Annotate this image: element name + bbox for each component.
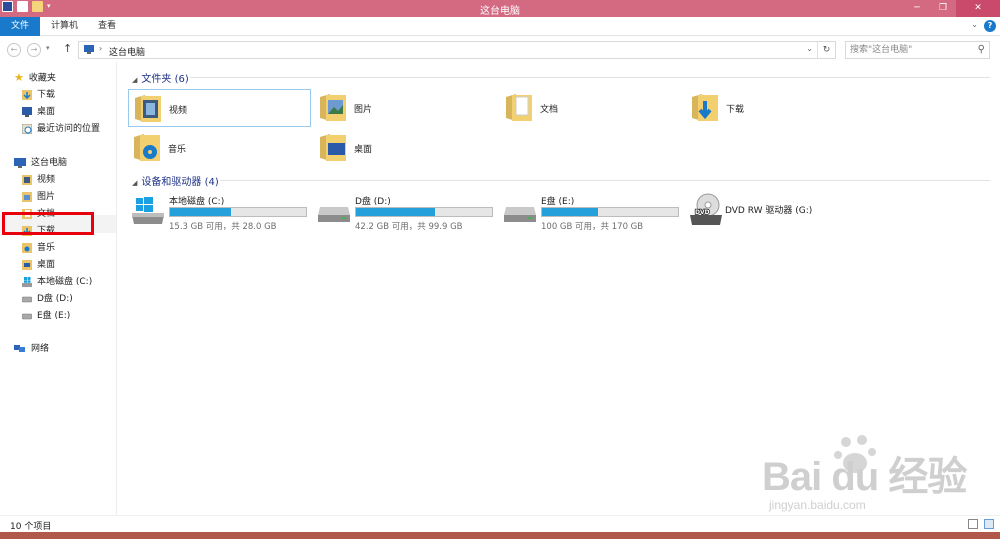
windows-drive-icon	[22, 276, 32, 287]
watermark-brand: Bai du 经验	[762, 455, 967, 499]
drive-icon	[504, 207, 536, 222]
back-button[interactable]: ←	[7, 43, 21, 57]
drive-usage-fill	[542, 208, 598, 216]
sidebar-item-recent-places[interactable]: 最近访问的位置	[22, 121, 100, 137]
sidebar-item-downloads-fav[interactable]: 下载	[22, 87, 55, 103]
taskbar	[0, 532, 1000, 539]
downloads-folder-icon	[692, 94, 718, 121]
collapse-icon[interactable]: ◢	[132, 179, 137, 187]
folder-documents[interactable]: 文档	[500, 89, 683, 127]
folder-downloads[interactable]: 下载	[686, 89, 869, 127]
folder-pictures[interactable]: 图片	[314, 89, 497, 127]
drive-c[interactable]: 本地磁盘 (C:) 15.3 GB 可用，共 28.0 GB	[128, 193, 313, 233]
address-bar[interactable]: › 这台电脑 ⌄ ↻	[78, 41, 836, 59]
this-pc-icon	[14, 157, 26, 168]
navigation-pane: ★ 收藏夹 下载 桌面 最近访问的位置 这台电脑 视频 图片 文档 下载 音乐 桌…	[0, 62, 117, 515]
drive-usage-fill	[356, 208, 435, 216]
search-icon[interactable]: ⚲	[978, 44, 985, 55]
this-pc-icon	[84, 45, 94, 54]
sidebar-item-drive-e[interactable]: E盘 (E:)	[22, 308, 70, 324]
sidebar-item-desktop[interactable]: 桌面	[22, 257, 55, 273]
sidebar-item-drive-d[interactable]: D盘 (D:)	[22, 291, 73, 307]
drive-usage-bar	[541, 207, 679, 217]
sidebar-item-favorites[interactable]: ★ 收藏夹	[14, 70, 56, 86]
drive-usage-bar	[169, 207, 307, 217]
downloads-icon	[22, 89, 32, 100]
network-icon	[14, 344, 25, 352]
music-icon	[22, 242, 32, 253]
desktop-folder-icon	[320, 134, 346, 161]
large-icons-view-icon[interactable]	[984, 519, 994, 529]
folder-desktop[interactable]: 桌面	[314, 129, 497, 167]
status-bar: 10 个项目	[0, 515, 1000, 532]
title-bar: ▾ 这台电脑 ─ ❐ ✕	[0, 0, 1000, 17]
desktop-icon	[22, 259, 32, 270]
folders-group-header[interactable]: ◢ 文件夹 (6)	[132, 70, 189, 85]
folder-music[interactable]: 音乐	[128, 129, 311, 167]
drive-usage-bar	[355, 207, 493, 217]
pictures-folder-icon	[320, 94, 346, 121]
sidebar-item-music[interactable]: 音乐	[22, 240, 55, 256]
expand-ribbon-icon[interactable]: ⌄	[971, 20, 978, 29]
close-button[interactable]: ✕	[956, 0, 1000, 17]
collapse-icon[interactable]: ◢	[132, 76, 137, 84]
sidebar-item-pictures[interactable]: 图片	[22, 189, 55, 205]
up-button[interactable]: ↑	[63, 42, 72, 55]
drive-icon	[318, 207, 350, 222]
address-dropdown-icon[interactable]: ⌄	[806, 44, 813, 53]
drives-group-header[interactable]: ◢ 设备和驱动器 (4)	[132, 173, 219, 188]
dvd-drive-icon: DVD	[690, 193, 722, 225]
folder-videos[interactable]: 视频	[128, 89, 311, 127]
tab-file[interactable]: 文件	[0, 17, 40, 36]
watermark-url: jingyan.baidu.com	[769, 498, 866, 512]
drive-e[interactable]: E盘 (E:) 100 GB 可用，共 170 GB	[500, 193, 685, 233]
tab-computer[interactable]: 计算机	[40, 17, 89, 36]
maximize-button[interactable]: ❐	[930, 0, 956, 17]
breadcrumb-separator-icon[interactable]: ›	[99, 44, 102, 53]
videos-folder-icon	[135, 95, 161, 122]
pictures-icon	[22, 191, 32, 202]
search-input[interactable]	[850, 42, 970, 58]
tab-view[interactable]: 查看	[87, 17, 127, 36]
drive-icon	[22, 313, 32, 319]
documents-folder-icon	[506, 94, 532, 121]
breadcrumb[interactable]: 这台电脑	[109, 45, 145, 58]
sidebar-item-videos[interactable]: 视频	[22, 172, 55, 188]
navigation-bar: ← → ▾ ↑ › 这台电脑 ⌄ ↻ ⚲	[0, 37, 1000, 62]
sidebar-item-desktop-fav[interactable]: 桌面	[22, 104, 55, 120]
recent-locations-icon[interactable]: ▾	[46, 44, 50, 52]
details-view-icon[interactable]	[968, 519, 978, 529]
drive-d[interactable]: D盘 (D:) 42.2 GB 可用，共 99.9 GB	[314, 193, 499, 233]
minimize-button[interactable]: ─	[904, 0, 930, 17]
drive-usage-fill	[170, 208, 232, 216]
refresh-button[interactable]: ↻	[817, 42, 835, 58]
ribbon: 文件 计算机 查看 ⌄ ?	[0, 17, 1000, 36]
window-title: 这台电脑	[480, 6, 520, 17]
help-icon[interactable]: ?	[984, 20, 996, 32]
item-count: 10 个项目	[10, 522, 52, 532]
svg-text:DVD: DVD	[695, 209, 710, 216]
group-divider	[220, 180, 990, 181]
star-icon: ★	[14, 71, 24, 84]
music-folder-icon	[134, 134, 160, 161]
group-divider	[190, 77, 990, 78]
search-box[interactable]: ⚲	[845, 41, 990, 59]
highlight-box	[2, 212, 94, 235]
desktop-icon	[22, 106, 32, 117]
recent-places-icon	[22, 123, 32, 134]
videos-icon	[22, 174, 32, 185]
forward-button[interactable]: →	[27, 43, 41, 57]
drive-dvd[interactable]: DVD DVD RW 驱动器 (G:)	[686, 193, 871, 233]
drive-icon	[22, 296, 32, 302]
sidebar-item-network[interactable]: 网络	[14, 341, 49, 357]
sidebar-item-drive-c[interactable]: 本地磁盘 (C:)	[22, 274, 92, 290]
windows-drive-icon	[132, 197, 164, 224]
sidebar-item-this-pc[interactable]: 这台电脑	[14, 155, 67, 171]
